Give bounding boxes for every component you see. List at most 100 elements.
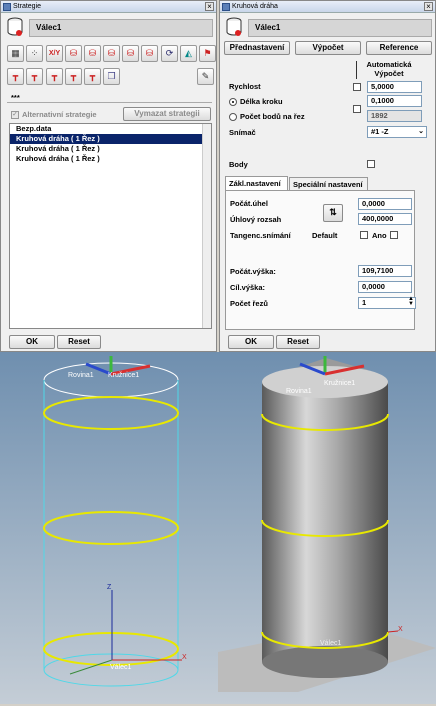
viewport-shaded[interactable]: Rovina1 Kružnice1 Válec1 X bbox=[218, 352, 436, 704]
points-count-label: Počet bodů na řez bbox=[240, 112, 305, 121]
angle-range-input[interactable]: 400,0000 bbox=[358, 213, 412, 225]
plane-label: Rovina1 bbox=[286, 388, 312, 395]
window-icon bbox=[222, 3, 230, 11]
probe-icon-4[interactable]: ┳ bbox=[65, 68, 82, 85]
circle-label: Kružnice1 bbox=[108, 372, 140, 379]
plane-label: Rovina1 bbox=[68, 372, 94, 379]
step-length-radio[interactable] bbox=[229, 98, 237, 106]
feature-name-field: Válec1 bbox=[248, 19, 432, 37]
viewport-wireframe[interactable]: Rovina1 Kružnice1 Válec1 Z X bbox=[0, 352, 218, 704]
cylinder-label: Válec1 bbox=[320, 640, 342, 647]
close-icon[interactable]: × bbox=[424, 2, 433, 11]
strategy-titlebar[interactable]: Strategie × bbox=[1, 1, 216, 13]
reset-button[interactable]: Reset bbox=[57, 335, 101, 349]
list-item[interactable]: Kruhová dráha ( 1 Řez ) bbox=[10, 144, 211, 154]
points-label: Body bbox=[229, 160, 248, 169]
delete-strategy-button[interactable]: Vymazat strategii bbox=[123, 107, 211, 121]
speed-label: Rychlost bbox=[229, 82, 261, 91]
start-angle-label: Počát.úhel bbox=[230, 199, 268, 208]
start-height-input[interactable]: 109,7100 bbox=[358, 265, 412, 277]
calculate-button[interactable]: Výpočet bbox=[295, 41, 361, 55]
cylinder-label: Válec1 bbox=[110, 664, 132, 671]
probe-icon-1[interactable]: ┳ bbox=[7, 68, 24, 85]
yes-checkbox[interactable] bbox=[390, 231, 398, 239]
probe-icon-3[interactable]: ┳ bbox=[46, 68, 63, 85]
basic-settings-panel: Počát.úhel ⇅ 0,0000 Úhlový rozsah 400,00… bbox=[225, 190, 416, 330]
feature-header: Válec1 bbox=[224, 16, 432, 39]
default-label: Default bbox=[312, 231, 338, 240]
circle-label: Kružnice1 bbox=[324, 380, 356, 387]
list-scrollbar[interactable] bbox=[202, 124, 211, 328]
list-item[interactable]: Kruhová dráha ( 1 Řez ) bbox=[10, 134, 211, 144]
cylinder-red-icon-2[interactable]: ⛁ bbox=[84, 45, 101, 62]
cylinder-red-icon-3[interactable]: ⛁ bbox=[103, 45, 120, 62]
probe-select-value: #1 -Z bbox=[371, 127, 389, 136]
alt-strategy-label: Alternativní strategie bbox=[22, 110, 97, 119]
x-axis-label: X bbox=[182, 654, 187, 661]
circular-path-titlebar[interactable]: Kruhová dráha × bbox=[220, 1, 435, 13]
list-item[interactable]: Bezp.data bbox=[10, 124, 211, 134]
speed-input[interactable]: 5,0000 bbox=[367, 81, 422, 93]
z-axis-label: Z bbox=[107, 584, 112, 591]
step-length-input[interactable]: 0,1000 bbox=[367, 95, 422, 107]
cuts-count-stepper[interactable]: 1 ▲ ▼ bbox=[358, 296, 416, 309]
tangent-probing-label: Tangenc.snímání bbox=[230, 231, 291, 240]
tab-basic-settings[interactable]: Zákl.nastavení bbox=[225, 176, 288, 191]
cube-icon[interactable]: ❒ bbox=[103, 68, 120, 85]
ok-button[interactable]: OK bbox=[9, 335, 55, 349]
rotate-icon[interactable]: ⟳ bbox=[161, 45, 178, 62]
stars-indicator: *** bbox=[11, 93, 20, 102]
feature-name-field: Válec1 bbox=[29, 19, 213, 37]
strategy-list: Bezp.data Kruhová dráha ( 1 Řez ) Kruhov… bbox=[9, 123, 212, 329]
start-height-label: Počát.výška: bbox=[230, 267, 276, 276]
probe-label: Snímač bbox=[229, 128, 256, 137]
points-count-radio[interactable] bbox=[229, 113, 237, 121]
auto-arrow bbox=[356, 61, 357, 79]
cylinder-red-icon-5[interactable]: ⛁ bbox=[141, 45, 158, 62]
cylinder-feature-icon bbox=[7, 17, 23, 36]
points-checkbox[interactable] bbox=[367, 160, 375, 168]
shaded-cylinder bbox=[262, 366, 388, 678]
step-length-label: Délka kroku bbox=[240, 97, 283, 106]
direction-toggle-button[interactable]: ⇅ bbox=[323, 204, 343, 222]
spinner-icon[interactable]: ▲ ▼ bbox=[408, 296, 414, 307]
end-height-input[interactable]: 0,0000 bbox=[358, 281, 412, 293]
grid-icon[interactable]: ▦ bbox=[7, 45, 24, 62]
default-checkbox[interactable] bbox=[360, 231, 368, 239]
speed-auto-checkbox[interactable] bbox=[353, 83, 361, 91]
x-axis-label: X bbox=[398, 626, 403, 633]
auto-calc-label: Automatická Výpočet bbox=[366, 60, 412, 78]
window-title: Kruhová dráha bbox=[232, 3, 278, 10]
tab-special-settings[interactable]: Speciální nastavení bbox=[289, 177, 368, 191]
presets-button[interactable]: Přednastavení bbox=[224, 41, 290, 55]
points-count-readonly: 1892 bbox=[367, 110, 422, 122]
list-item[interactable]: Kruhová dráha ( 1 Řez ) bbox=[10, 154, 211, 164]
divider bbox=[7, 102, 212, 103]
reset-button[interactable]: Reset bbox=[276, 335, 320, 349]
ok-button[interactable]: OK bbox=[228, 335, 274, 349]
dots-grid-icon[interactable]: ⁘ bbox=[26, 45, 43, 62]
surface-icon[interactable]: ◭ bbox=[180, 45, 197, 62]
shaded-scene bbox=[218, 352, 436, 704]
wireframe-scene bbox=[0, 352, 218, 704]
probe-icon-2[interactable]: ┳ bbox=[26, 68, 43, 85]
feature-header: Válec1 bbox=[5, 16, 213, 39]
cylinder-red-icon-4[interactable]: ⛁ bbox=[122, 45, 139, 62]
yes-label: Ano bbox=[372, 231, 387, 240]
start-angle-input[interactable]: 0,0000 bbox=[358, 198, 412, 210]
xy-arrows-icon[interactable]: X/Y bbox=[46, 45, 63, 62]
circular-path-window: Kruhová dráha × Válec1 Přednastavení Výp… bbox=[219, 0, 436, 352]
chevron-down-icon: ⌄ bbox=[418, 128, 424, 135]
flag-icon[interactable]: ⚑ bbox=[199, 45, 216, 62]
pen-icon[interactable]: ✎ bbox=[197, 68, 214, 85]
points-auto-checkbox[interactable] bbox=[353, 105, 361, 113]
cylinder-feature-icon bbox=[226, 17, 242, 36]
probe-select[interactable]: #1 -Z ⌄ bbox=[367, 126, 427, 138]
alt-strategy-checkbox[interactable]: ✓ bbox=[11, 111, 19, 119]
close-icon[interactable]: × bbox=[205, 2, 214, 11]
probe-icon-5[interactable]: ┳ bbox=[84, 68, 101, 85]
cuts-count-value: 1 bbox=[362, 298, 367, 307]
reference-button[interactable]: Reference bbox=[366, 41, 432, 55]
cuts-count-label: Počet řezů bbox=[230, 299, 268, 308]
cylinder-red-icon-1[interactable]: ⛁ bbox=[65, 45, 82, 62]
